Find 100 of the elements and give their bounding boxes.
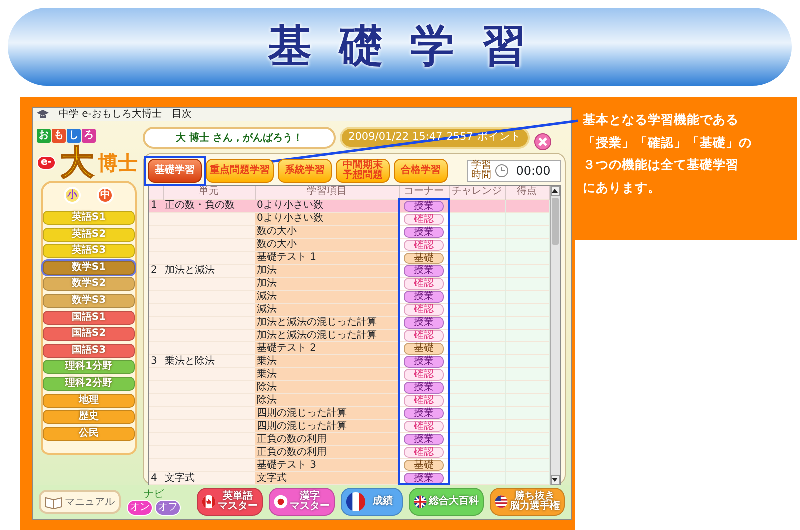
corner-button[interactable]: 授業 — [404, 356, 444, 368]
grade-button[interactable]: 小 — [64, 187, 81, 204]
grade-button[interactable]: 中 — [97, 187, 114, 204]
manual-button[interactable]: マニュアル — [39, 490, 121, 514]
topic-text: 除法 — [257, 394, 277, 406]
subject-button[interactable]: 歴史 — [43, 410, 135, 424]
cap-icon — [37, 110, 49, 119]
unit-number: 1 — [151, 200, 158, 212]
logo-letter: し — [67, 129, 81, 143]
menu-item[interactable]: 目次 — [172, 108, 192, 121]
corner-button[interactable]: 授業 — [404, 408, 444, 420]
flag-icon — [346, 492, 366, 512]
tool-button[interactable]: 勝ち抜き 脳力選手権 — [490, 488, 565, 516]
highlight-frame — [144, 156, 206, 186]
tool-button[interactable]: 総合大百科 — [408, 488, 484, 516]
topic-text: 減法 — [257, 304, 277, 316]
subject-button[interactable]: 数学S1 — [43, 260, 135, 275]
tab[interactable]: 系統学習 — [278, 158, 332, 182]
logo-text: 博士 — [98, 150, 138, 177]
corner-button[interactable]: 確認 — [404, 214, 444, 226]
corner-button[interactable]: 確認 — [404, 278, 444, 290]
tab[interactable]: 合格学習 — [394, 158, 448, 182]
subject-button[interactable]: 理科2分野 — [43, 376, 135, 391]
corner-button[interactable]: 授業 — [404, 434, 444, 446]
window-title: 中学 e-おもしろ大博士 — [59, 108, 162, 121]
navi-label: ナビ — [144, 488, 164, 500]
corner-button[interactable]: 基礎 — [404, 460, 444, 472]
subject-button[interactable]: 地理 — [43, 394, 135, 408]
subject-button[interactable]: 公民 — [43, 426, 135, 441]
unit-name: 文字式 — [165, 472, 195, 484]
tool-button[interactable]: 英単語 マスター — [197, 488, 263, 516]
subject-button[interactable]: 数学S2 — [43, 277, 135, 292]
navi-option[interactable]: オフ — [155, 500, 181, 516]
logo-prefix: e- — [37, 156, 56, 170]
column-header: 得点 — [517, 186, 537, 197]
logo-big-character: 大 — [60, 145, 94, 181]
column-header: コーナー — [404, 186, 444, 197]
corner-button[interactable]: 基礎 — [404, 252, 444, 264]
subject-button[interactable]: 国語S2 — [43, 327, 135, 342]
tab[interactable]: 基礎学習 — [148, 158, 202, 182]
topic-text: 減法 — [257, 291, 277, 302]
unit-number: 4 — [151, 472, 158, 484]
corner-button[interactable]: 確認 — [404, 240, 444, 252]
column-header: 単元 — [199, 186, 219, 197]
topic-text: 加法と減法の混じった計算 — [257, 330, 377, 341]
unit-name: 加法と減法 — [165, 265, 215, 276]
topic-text: 0より小さい数 — [257, 200, 324, 212]
topic-text: 文字式 — [257, 472, 287, 484]
scroll-thumb[interactable] — [552, 198, 558, 245]
date-time: 2009/01/22 15:47 — [348, 130, 443, 146]
corner-button[interactable]: 授業 — [404, 291, 444, 303]
corner-button[interactable]: 授業 — [404, 472, 444, 484]
tool-button[interactable]: 成績 — [340, 488, 403, 516]
subject-button[interactable]: 国語S3 — [43, 344, 135, 358]
annotation-text: 基本となる学習機能である 「授業」「確認」「基礎」の ３つの機能は全て基礎学習 にあります。 — [575, 97, 797, 240]
logo-letter: ろ — [82, 129, 96, 143]
subject-button[interactable]: 数学S3 — [43, 294, 135, 308]
corner-button[interactable]: 授業 — [404, 265, 444, 277]
greeting-message: 大 博士 さん，がんばろう！ — [143, 127, 336, 149]
topic-text: 加法 — [257, 265, 277, 276]
topic-text: 0より小さい数 — [257, 213, 324, 224]
tab[interactable]: 中間期末 予想問題 — [336, 158, 390, 182]
timer-label: 学習 時間 — [472, 160, 492, 180]
topic-text: 基礎テスト 3 — [257, 460, 317, 471]
topic-text: 四則の混じった計算 — [257, 408, 347, 419]
topic-text: 数の大小 — [257, 226, 297, 238]
logo-letter: も — [52, 129, 66, 143]
corner-button[interactable]: 授業 — [404, 200, 444, 212]
corner-button[interactable]: 確認 — [404, 304, 444, 316]
navi-option[interactable]: オン — [127, 500, 153, 516]
topic-text: 加法と減法の混じった計算 — [257, 317, 377, 328]
topic-text: 除法 — [257, 382, 277, 393]
scrollbar[interactable] — [550, 186, 560, 485]
topic-text: 基礎テスト 1 — [257, 252, 317, 264]
clock-icon — [494, 164, 508, 178]
topic-text: 基礎テスト 2 — [257, 342, 317, 354]
timer-value: 00:00 — [515, 162, 552, 180]
unit-number: 2 — [151, 265, 158, 276]
column-header: チャレンジ — [452, 186, 502, 197]
tab[interactable]: 重点問題学習 — [206, 158, 274, 182]
logo-letter: お — [37, 129, 51, 143]
scroll-up-icon — [552, 189, 558, 193]
corner-button[interactable]: 授業 — [404, 317, 444, 329]
subject-button[interactable]: 理科1分野 — [43, 360, 135, 374]
unit-name: 乗法と除法 — [165, 356, 215, 367]
topic-text: 数の大小 — [257, 239, 297, 250]
points-unit: ポイント — [477, 130, 522, 146]
corner-button[interactable]: 確認 — [404, 330, 444, 342]
book-icon — [45, 495, 63, 509]
corner-button[interactable]: 授業 — [404, 226, 444, 238]
tool-button[interactable]: 漢字 マスター — [268, 488, 335, 516]
corner-button[interactable]: 確認 — [404, 395, 444, 407]
corner-button[interactable]: 確認 — [404, 446, 444, 458]
corner-button[interactable]: 確認 — [404, 420, 444, 432]
corner-button[interactable]: 授業 — [404, 382, 444, 394]
unit-number: 3 — [151, 356, 158, 367]
corner-button[interactable]: 基礎 — [404, 343, 444, 355]
subject-button[interactable]: 国語S1 — [43, 310, 135, 325]
corner-button[interactable]: 確認 — [404, 369, 444, 381]
column-header: 学習項目 — [307, 186, 347, 197]
